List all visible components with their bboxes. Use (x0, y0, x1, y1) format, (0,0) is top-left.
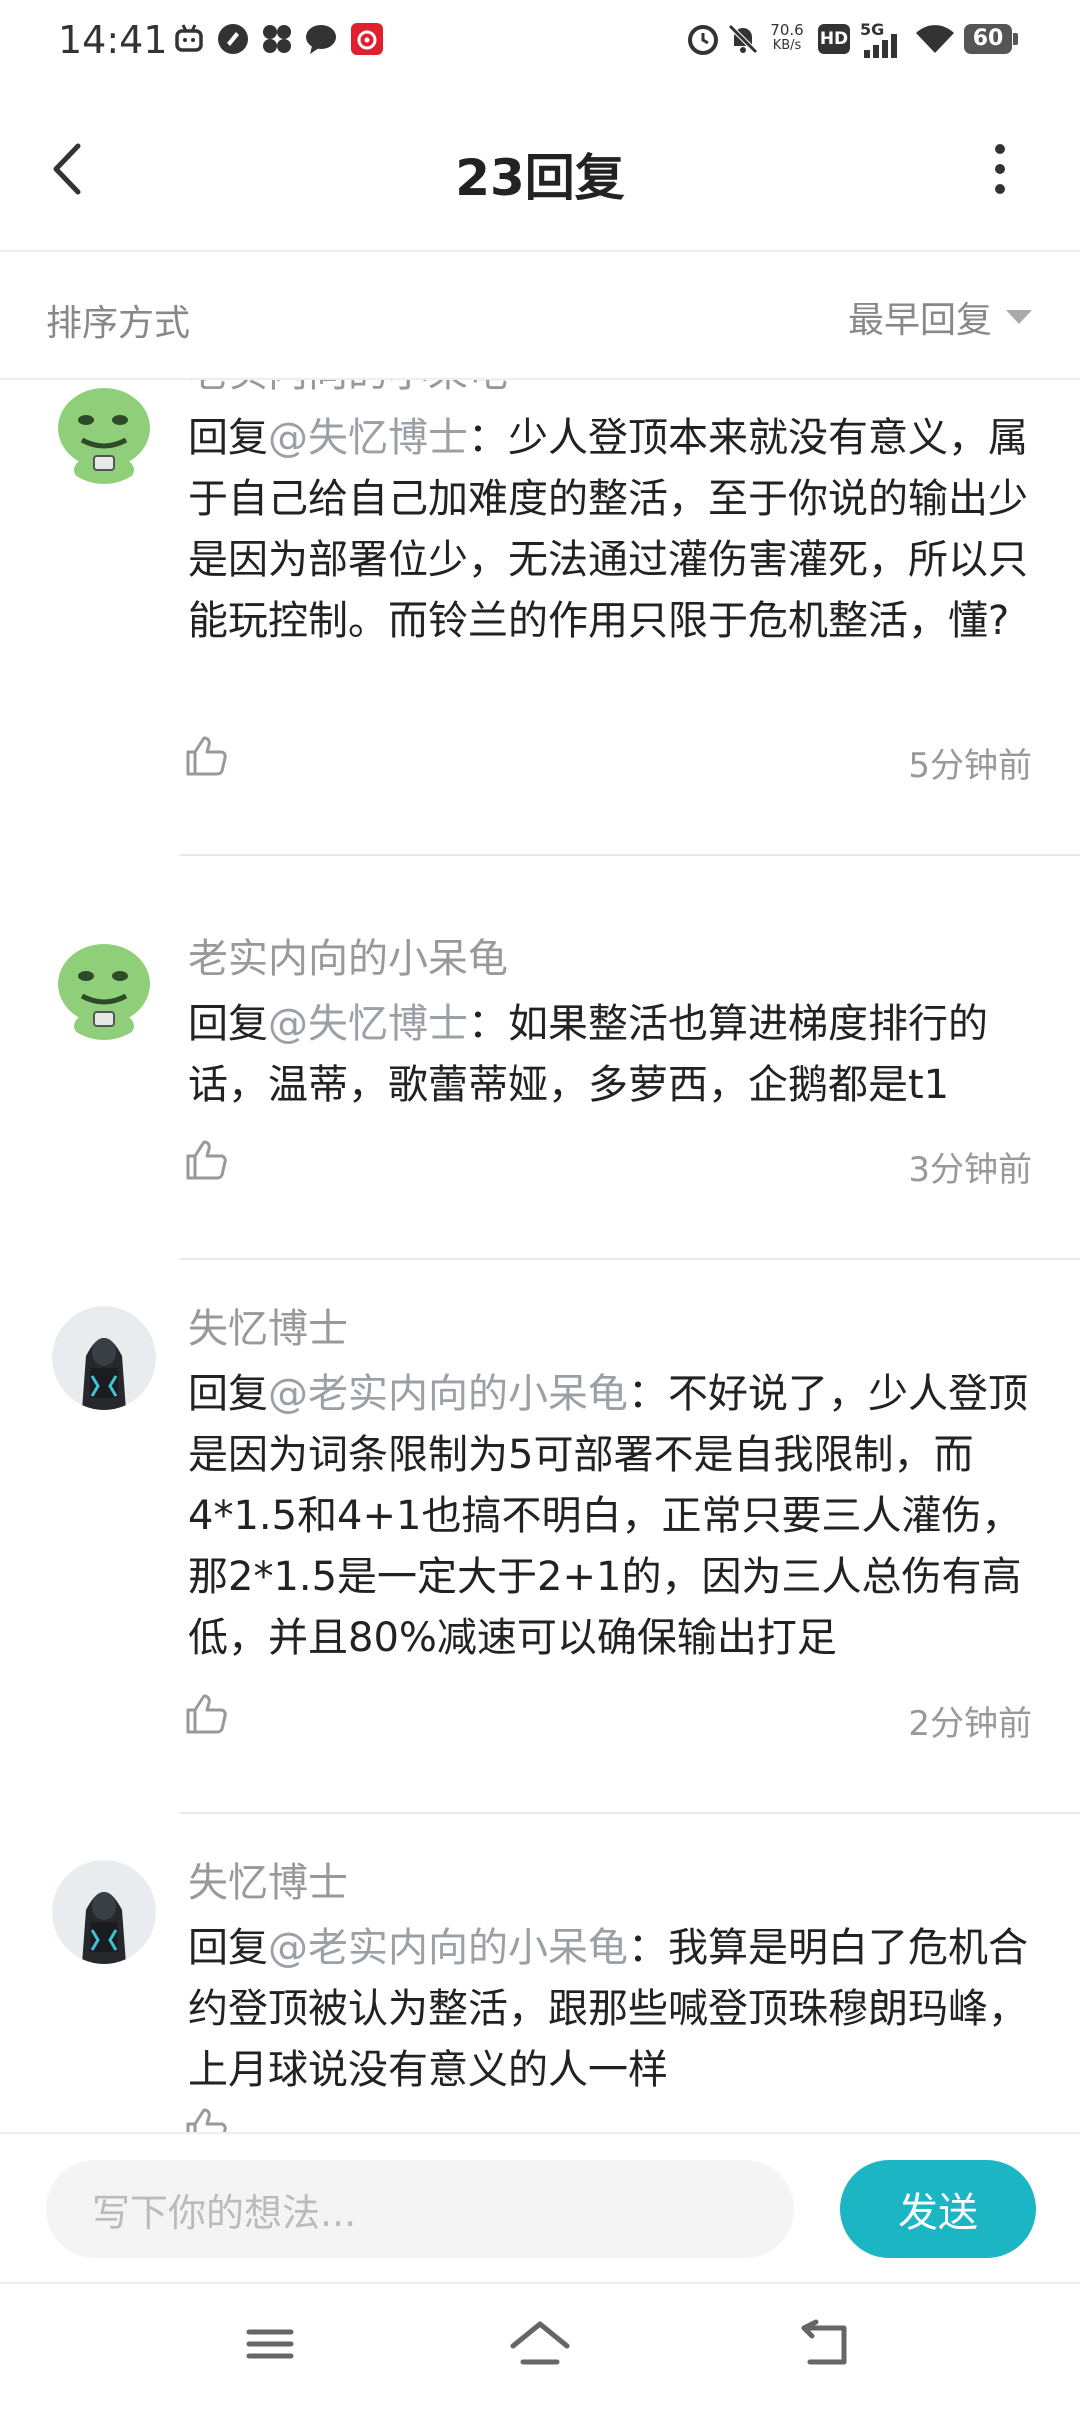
wifi-icon (916, 25, 954, 53)
avatar[interactable] (52, 1860, 156, 1964)
app-icon (218, 24, 248, 54)
thumbs-up-icon[interactable] (182, 1690, 230, 1738)
divider (180, 854, 1080, 856)
chat-icon (306, 25, 336, 54)
status-bar: 14:41 70.6 KB/s HD 5G 60 (0, 0, 1080, 84)
alarm-icon (688, 25, 718, 55)
sort-bar: 排序方式 最早回复 (0, 252, 1080, 380)
sort-dropdown[interactable]: 最早回复 (848, 292, 1033, 342)
header: 23回复 (0, 84, 1080, 252)
reply-prefix: 回复 (188, 415, 268, 461)
comment-item: 老实内向的小呆龟 回复@失忆博士：少人登顶本来就没有意义，属于自己给自己加难度的… (0, 380, 1080, 934)
app-grid-icon (263, 25, 291, 53)
comment-author[interactable]: 老实内向的小呆龟 (188, 926, 508, 984)
avatar[interactable] (52, 1306, 156, 1410)
comment-input-bar: 写下你的想法... 发送 (0, 2132, 1080, 2282)
mention-link[interactable]: @失忆博士 (268, 415, 468, 461)
divider (180, 1812, 1080, 1814)
mention-link[interactable]: @老实内向的小呆龟 (268, 1371, 628, 1417)
comment-text: 回复@老实内向的小呆龟：我算是明白了危机合约登顶被认为整活，跟那些喊登顶珠穆朗玛… (188, 1918, 1038, 2101)
more-vertical-icon[interactable] (978, 134, 1022, 204)
comment-text: 回复@老实内向的小呆龟：不好说了，少人登顶是因为词条限制为5可部署不是自我限制，… (188, 1364, 1038, 1669)
signal-icon (864, 34, 897, 58)
battery-icon: 60 (964, 24, 1012, 54)
divider (180, 1258, 1080, 1260)
battery-level: 60 (972, 26, 1004, 51)
comment-input[interactable]: 写下你的想法... (46, 2160, 794, 2258)
comment-time: 2分钟前 (908, 1704, 1032, 1744)
comment-item: 失忆博士 回复@老实内向的小呆龟：我算是明白了危机合约登顶被认为整活，跟那些喊登… (0, 1820, 1080, 2132)
comment-item: 老实内向的小呆龟 回复@失忆博士：如果整活也算进梯度排行的话，温蒂，歌蕾蒂娅，多… (0, 896, 1080, 1266)
system-nav-bar (0, 2282, 1080, 2410)
hd-badge: HD (818, 24, 850, 54)
reply-prefix: 回复 (188, 1371, 268, 1417)
thumbs-up-icon[interactable] (182, 2104, 230, 2132)
thumbs-up-icon[interactable] (182, 732, 230, 780)
mention-link[interactable]: @老实内向的小呆龟 (268, 1925, 628, 1971)
avatar[interactable] (52, 936, 156, 1040)
sort-label: 排序方式 (46, 303, 191, 344)
mute-icon (728, 24, 758, 54)
sort-value: 最早回复 (848, 300, 993, 341)
reply-prefix: 回复 (188, 1001, 268, 1047)
comment-time: 5分钟前 (908, 746, 1032, 786)
thumbs-up-icon[interactable] (182, 1136, 230, 1184)
reply-prefix: 回复 (188, 1925, 268, 1971)
comment-time: 3分钟前 (908, 1150, 1032, 1190)
back-icon[interactable] (790, 2314, 860, 2374)
menu-icon[interactable] (235, 2314, 305, 2374)
comment-list[interactable]: 老实内向的小呆龟 回复@失忆博士：少人登顶本来就没有意义，属于自己给自己加难度的… (0, 380, 1080, 2132)
send-button[interactable]: 发送 (840, 2160, 1036, 2258)
caret-down-icon (1006, 310, 1033, 324)
comment-text: 回复@失忆博士：少人登顶本来就没有意义，属于自己给自己加难度的整活，至于你说的输… (188, 408, 1038, 652)
bilibili-icon (175, 24, 203, 52)
home-icon[interactable] (505, 2314, 575, 2374)
page-title: 23回复 (455, 149, 625, 207)
mention-link[interactable]: @失忆博士 (268, 1001, 468, 1047)
status-time: 14:41 (58, 18, 168, 62)
comment-author[interactable]: 失忆博士 (188, 1850, 348, 1908)
comment-text: 回复@失忆博士：如果整活也算进梯度排行的话，温蒂，歌蕾蒂娅，多萝西，企鹅都是t1 (188, 994, 1038, 1116)
netease-music-icon (351, 23, 383, 55)
input-placeholder: 写下你的想法... (92, 2190, 357, 2235)
avatar[interactable] (52, 380, 156, 484)
comment-author[interactable]: 失忆博士 (188, 1296, 348, 1354)
comment-item: 失忆博士 回复@老实内向的小呆龟：不好说了，少人登顶是因为词条限制为5可部署不是… (0, 1266, 1080, 1820)
comment-author[interactable]: 老实内向的小呆龟 (188, 380, 508, 398)
battery-tip (1013, 33, 1018, 45)
net-speed: 70.6 KB/s (770, 21, 804, 53)
